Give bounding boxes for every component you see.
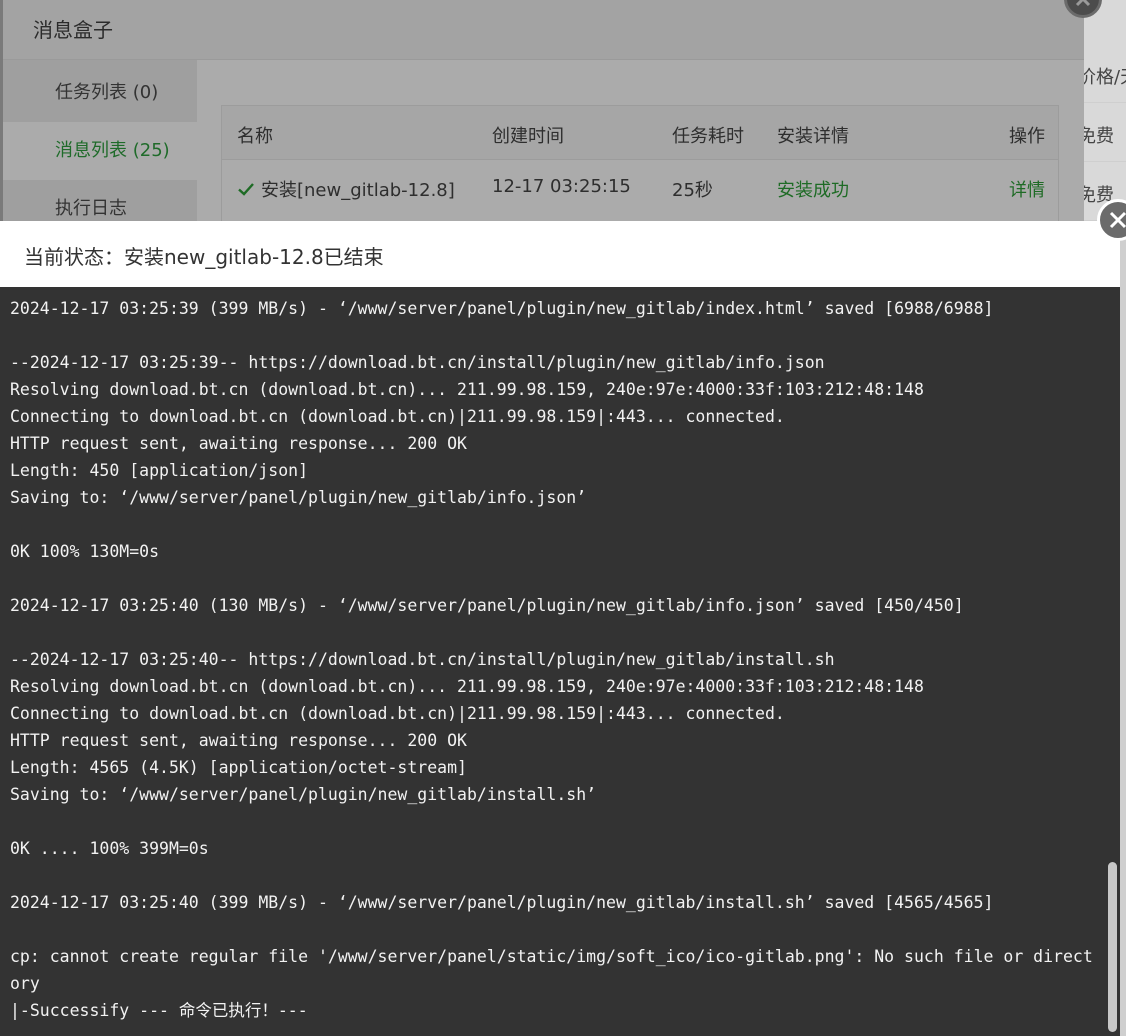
bg-price-free-1: 免费 [1084, 112, 1126, 162]
right-edge [1120, 221, 1126, 1036]
log-line: 2024-12-17 03:25:40 (399 MB/s) - ‘/www/s… [10, 893, 994, 912]
log-line: Resolving download.bt.cn (download.bt.cn… [10, 380, 924, 399]
row-status: 安装成功 [777, 180, 849, 201]
log-line: 2024-12-17 03:25:39 (399 MB/s) - ‘/www/s… [10, 299, 994, 318]
status-bar: 当前状态：安装new_gitlab-12.8已结束 [0, 221, 1120, 287]
scrollbar-thumb[interactable] [1108, 862, 1117, 1032]
tab-task-list[interactable]: 任务列表 (0) [3, 64, 197, 122]
table-header: 名称 创建时间 任务耗时 安装详情 操作 [222, 106, 1058, 160]
log-line: Connecting to download.bt.cn (download.b… [10, 704, 785, 723]
close-icon [1075, 0, 1091, 7]
log-line: |-Successify --- 命令已执行！--- [10, 1001, 308, 1020]
log-line: Length: 450 [application/json] [10, 461, 309, 480]
log-line: HTTP request sent, awaiting response... … [10, 434, 467, 453]
message-box-title: 消息盒子 [3, 0, 1084, 60]
status-text: 当前状态：安装new_gitlab-12.8已结束 [24, 245, 384, 269]
row-detail-link[interactable]: 详情 [1009, 176, 1045, 202]
tab-message-list[interactable]: 消息列表 (25) [3, 122, 197, 180]
log-scrollbar[interactable] [1106, 287, 1120, 1036]
message-table: 名称 创建时间 任务耗时 安装详情 操作 安装[new_gitlab-12.8]… [221, 105, 1059, 221]
log-line: Saving to: ‘/www/server/panel/plugin/new… [10, 785, 597, 804]
bg-price-header: 价格/天 [1084, 53, 1126, 103]
log-line: --2024-12-17 03:25:39-- https://download… [10, 353, 825, 372]
header-detail: 安装详情 [777, 126, 849, 147]
header-created: 创建时间 [492, 126, 564, 147]
log-line: Resolving download.bt.cn (download.bt.cn… [10, 677, 924, 696]
check-icon [238, 183, 254, 196]
install-log-terminal: 2024-12-17 03:25:39 (399 MB/s) - ‘/www/s… [0, 287, 1120, 1036]
row-duration: 25秒 [672, 180, 713, 201]
header-action: 操作 [1009, 126, 1045, 147]
log-line: cp: cannot create regular file '/www/ser… [10, 947, 1093, 966]
log-line: --2024-12-17 03:25:40-- https://download… [10, 650, 835, 669]
table-row: 安装[new_gitlab-12.8] 12-17 03:25:15 25秒 安… [222, 160, 1058, 214]
log-line: Length: 4565 (4.5K) [application/octet-s… [10, 758, 467, 777]
row-created: 12-17 03:25:15 [492, 176, 631, 197]
log-line: Saving to: ‘/www/server/panel/plugin/new… [10, 488, 587, 507]
log-line: 2024-12-17 03:25:40 (130 MB/s) - ‘/www/s… [10, 596, 964, 615]
message-box-content: 名称 创建时间 任务耗时 安装详情 操作 安装[new_gitlab-12.8]… [197, 60, 1084, 221]
row-name-text: 安装[new_gitlab-12.8] [261, 180, 455, 201]
log-line: HTTP request sent, awaiting response... … [10, 731, 467, 750]
header-duration: 任务耗时 [672, 126, 744, 147]
message-box-sidebar: 任务列表 (0) 消息列表 (25) 执行日志 [3, 60, 197, 221]
log-line: ory [10, 974, 40, 993]
message-box-dialog: 消息盒子 任务列表 (0) 消息列表 (25) 执行日志 名称 创建时间 任务耗… [3, 0, 1084, 221]
header-name: 名称 [237, 126, 273, 147]
close-icon [1109, 211, 1126, 229]
log-line: 0K .... 100% 399M=0s [10, 839, 209, 858]
log-line: 0K 100% 130M=0s [10, 542, 160, 561]
tab-execution-log[interactable]: 执行日志 [3, 180, 197, 221]
row-name: 安装[new_gitlab-12.8] [237, 176, 455, 202]
log-line: Connecting to download.bt.cn (download.b… [10, 407, 785, 426]
